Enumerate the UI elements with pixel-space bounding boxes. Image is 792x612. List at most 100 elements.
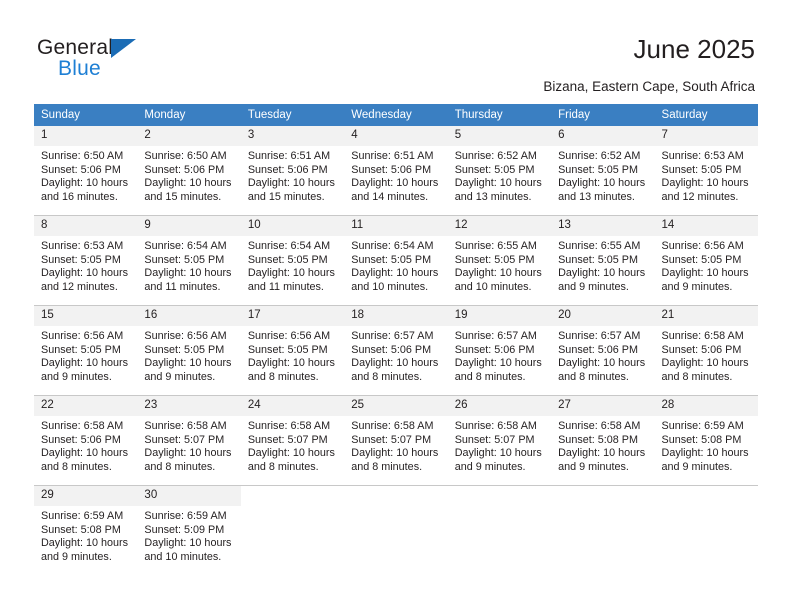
day-number: 19 bbox=[447, 306, 552, 326]
day-number bbox=[551, 486, 655, 506]
daylight-text-line1: Daylight: 10 hours bbox=[558, 267, 646, 280]
day-details: Sunrise: 6:58 AM Sunset: 5:07 PM Daylight:… bbox=[137, 416, 240, 474]
calendar-day-cell[interactable]: 11 Sunrise: 6:54 AM Sunset: 5:05 PM Dayligh… bbox=[344, 215, 448, 306]
sunset-text: Sunset: 5:06 PM bbox=[558, 343, 638, 356]
daylight-text-line2: and 13 minutes. bbox=[558, 190, 635, 203]
day-details: Sunrise: 6:56 AM Sunset: 5:05 PM Daylight:… bbox=[137, 326, 240, 384]
daylight-text-line1: Daylight: 10 hours bbox=[41, 357, 129, 370]
sunrise-text: Sunrise: 6:58 AM bbox=[41, 420, 124, 432]
day-details: Sunrise: 6:51 AM Sunset: 5:06 PM Daylight:… bbox=[344, 146, 447, 204]
calendar-day-cell[interactable]: 20 Sunrise: 6:57 AM Sunset: 5:06 PM Dayligh… bbox=[551, 305, 655, 396]
daylight-text-line2: and 8 minutes. bbox=[558, 370, 629, 383]
page-header: General Blue June 2025 Bizana, Eastern C… bbox=[0, 0, 792, 100]
calendar-day-cell[interactable]: 26 Sunrise: 6:58 AM Sunset: 5:07 PM Dayligh… bbox=[447, 395, 552, 486]
sunrise-text: Sunrise: 6:57 AM bbox=[558, 330, 641, 342]
daylight-text-line1: Daylight: 10 hours bbox=[558, 447, 646, 460]
sunrise-text: Sunrise: 6:57 AM bbox=[351, 330, 434, 342]
day-details: Sunrise: 6:50 AM Sunset: 5:06 PM Daylight:… bbox=[137, 146, 240, 204]
calendar-day-cell[interactable]: 22 Sunrise: 6:58 AM Sunset: 5:06 PM Dayligh… bbox=[34, 395, 138, 486]
weekday-header-saturday: Saturday bbox=[654, 104, 758, 126]
page-title: June 2025 bbox=[633, 34, 755, 64]
day-details: Sunrise: 6:53 AM Sunset: 5:05 PM Daylight:… bbox=[34, 236, 137, 294]
calendar-week-row: 29 Sunrise: 6:59 AM Sunset: 5:08 PM Dayligh… bbox=[34, 485, 758, 575]
sunrise-text: Sunrise: 6:55 AM bbox=[454, 240, 537, 252]
sunrise-text: Sunrise: 6:58 AM bbox=[144, 420, 227, 432]
daylight-text-line2: and 9 minutes. bbox=[558, 460, 629, 473]
sunrise-text: Sunrise: 6:51 AM bbox=[247, 150, 331, 162]
calendar-day-cell[interactable]: 2 Sunrise: 6:50 AM Sunset: 5:06 PM Daylight… bbox=[137, 126, 241, 216]
day-number: 9 bbox=[137, 216, 241, 236]
day-details: Sunrise: 6:58 AM Sunset: 5:06 PM Daylight:… bbox=[34, 416, 137, 474]
day-number: 21 bbox=[654, 306, 758, 326]
day-details: Sunrise: 6:57 AM Sunset: 5:06 PM Daylight:… bbox=[448, 326, 551, 384]
calendar-day-cell[interactable]: 18 Sunrise: 6:57 AM Sunset: 5:06 PM Dayligh… bbox=[344, 305, 448, 396]
calendar-day-cell[interactable]: 23 Sunrise: 6:58 AM Sunset: 5:07 PM Dayligh… bbox=[137, 395, 241, 486]
day-number: 28 bbox=[654, 396, 758, 416]
calendar-day-cell[interactable]: 25 Sunrise: 6:58 AM Sunset: 5:07 PM Dayligh… bbox=[344, 395, 448, 486]
daylight-text-line1: Daylight: 10 hours bbox=[144, 537, 232, 550]
sunset-text: Sunset: 5:05 PM bbox=[454, 163, 535, 176]
daylight-text-line1: Daylight: 10 hours bbox=[247, 357, 335, 370]
day-details: Sunrise: 6:50 AM Sunset: 5:06 PM Daylight:… bbox=[34, 146, 137, 204]
daylight-text-line1: Daylight: 10 hours bbox=[351, 447, 439, 460]
sunrise-text: Sunrise: 6:59 AM bbox=[144, 510, 227, 522]
calendar-day-cell[interactable]: 12 Sunrise: 6:55 AM Sunset: 5:05 PM Dayligh… bbox=[447, 215, 552, 306]
calendar-day-cell[interactable]: 10 Sunrise: 6:54 AM Sunset: 5:05 PM Dayligh… bbox=[240, 215, 345, 306]
day-details: Sunrise: 6:58 AM Sunset: 5:07 PM Daylight:… bbox=[241, 416, 344, 474]
daylight-text-line2: and 8 minutes. bbox=[454, 370, 526, 383]
sunset-text: Sunset: 5:06 PM bbox=[351, 343, 432, 356]
day-number: 12 bbox=[447, 216, 552, 236]
day-details: Sunrise: 6:58 AM Sunset: 5:08 PM Daylight:… bbox=[551, 416, 654, 474]
sunrise-text: Sunrise: 6:55 AM bbox=[558, 240, 641, 252]
daylight-text-line1: Daylight: 10 hours bbox=[41, 267, 129, 280]
calendar-day-cell[interactable]: 30 Sunrise: 6:59 AM Sunset: 5:09 PM Dayligh… bbox=[137, 485, 241, 575]
sunset-text: Sunset: 5:05 PM bbox=[41, 343, 121, 356]
calendar-day-cell[interactable]: 19 Sunrise: 6:57 AM Sunset: 5:06 PM Dayligh… bbox=[447, 305, 552, 396]
daylight-text-line1: Daylight: 10 hours bbox=[144, 177, 232, 190]
day-number: 29 bbox=[34, 486, 138, 506]
daylight-text-line2: and 13 minutes. bbox=[454, 190, 532, 203]
day-details: Sunrise: 6:57 AM Sunset: 5:06 PM Daylight:… bbox=[344, 326, 447, 384]
calendar-day-cell[interactable]: 16 Sunrise: 6:56 AM Sunset: 5:05 PM Dayligh… bbox=[137, 305, 241, 396]
daylight-text-line2: and 9 minutes. bbox=[41, 370, 112, 383]
sunset-text: Sunset: 5:06 PM bbox=[144, 163, 225, 176]
calendar-day-cell[interactable]: 6 Sunrise: 6:52 AM Sunset: 5:05 PM Daylight… bbox=[551, 126, 655, 216]
sunrise-text: Sunrise: 6:59 AM bbox=[661, 420, 744, 432]
sunrise-text: Sunrise: 6:51 AM bbox=[351, 150, 434, 162]
daylight-text-line2: and 16 minutes. bbox=[41, 190, 118, 203]
day-number: 18 bbox=[344, 306, 448, 326]
day-number bbox=[344, 486, 448, 506]
calendar-day-cell[interactable]: 4 Sunrise: 6:51 AM Sunset: 5:06 PM Daylight… bbox=[344, 126, 448, 216]
sunset-text: Sunset: 5:06 PM bbox=[41, 163, 121, 176]
day-details: Sunrise: 6:59 AM Sunset: 5:08 PM Daylight:… bbox=[655, 416, 758, 474]
day-details: Sunrise: 6:54 AM Sunset: 5:05 PM Daylight:… bbox=[241, 236, 344, 294]
calendar-day-cell[interactable]: 8 Sunrise: 6:53 AM Sunset: 5:05 PM Daylight… bbox=[34, 215, 138, 306]
daylight-text-line2: and 10 minutes. bbox=[454, 280, 532, 293]
page-subtitle: Bizana, Eastern Cape, South Africa bbox=[543, 79, 755, 94]
calendar-day-cell[interactable]: 29 Sunrise: 6:59 AM Sunset: 5:08 PM Dayligh… bbox=[34, 485, 138, 575]
daylight-text-line2: and 9 minutes. bbox=[661, 460, 733, 473]
calendar-day-cell[interactable]: 24 Sunrise: 6:58 AM Sunset: 5:07 PM Dayligh… bbox=[240, 395, 345, 486]
sunrise-text: Sunrise: 6:52 AM bbox=[454, 150, 537, 162]
sunset-text: Sunset: 5:08 PM bbox=[661, 433, 742, 446]
calendar-day-cell[interactable]: 9 Sunrise: 6:54 AM Sunset: 5:05 PM Daylight… bbox=[137, 215, 241, 306]
daylight-text-line1: Daylight: 10 hours bbox=[661, 447, 749, 460]
day-number bbox=[654, 486, 758, 506]
calendar-day-cell[interactable]: 17 Sunrise: 6:56 AM Sunset: 5:05 PM Dayligh… bbox=[240, 305, 345, 396]
daylight-text-line1: Daylight: 10 hours bbox=[247, 447, 335, 460]
day-number: 30 bbox=[137, 486, 241, 506]
day-number: 11 bbox=[344, 216, 448, 236]
daylight-text-line1: Daylight: 10 hours bbox=[558, 357, 646, 370]
day-details: Sunrise: 6:59 AM Sunset: 5:08 PM Daylight:… bbox=[34, 506, 137, 564]
calendar-day-cell[interactable]: 21 Sunrise: 6:58 AM Sunset: 5:06 PM Dayligh… bbox=[654, 305, 758, 396]
calendar-day-cell[interactable]: 14 Sunrise: 6:56 AM Sunset: 5:05 PM Dayligh… bbox=[654, 215, 758, 306]
calendar-day-cell[interactable]: 3 Sunrise: 6:51 AM Sunset: 5:06 PM Daylight… bbox=[240, 126, 345, 216]
calendar-day-cell[interactable]: 28 Sunrise: 6:59 AM Sunset: 5:08 PM Dayligh… bbox=[654, 395, 758, 486]
calendar-day-cell[interactable]: 27 Sunrise: 6:58 AM Sunset: 5:08 PM Dayligh… bbox=[551, 395, 655, 486]
calendar-day-cell[interactable]: 13 Sunrise: 6:55 AM Sunset: 5:05 PM Dayligh… bbox=[551, 215, 655, 306]
sunrise-text: Sunrise: 6:54 AM bbox=[351, 240, 434, 252]
calendar-day-cell[interactable]: 5 Sunrise: 6:52 AM Sunset: 5:05 PM Daylight… bbox=[447, 126, 552, 216]
calendar-day-cell[interactable]: 15 Sunrise: 6:56 AM Sunset: 5:05 PM Dayligh… bbox=[34, 305, 138, 396]
calendar-day-cell[interactable]: 1 Sunrise: 6:50 AM Sunset: 5:06 PM Daylight… bbox=[34, 126, 138, 216]
calendar-day-cell[interactable]: 7 Sunrise: 6:53 AM Sunset: 5:05 PM Daylight… bbox=[654, 126, 758, 216]
